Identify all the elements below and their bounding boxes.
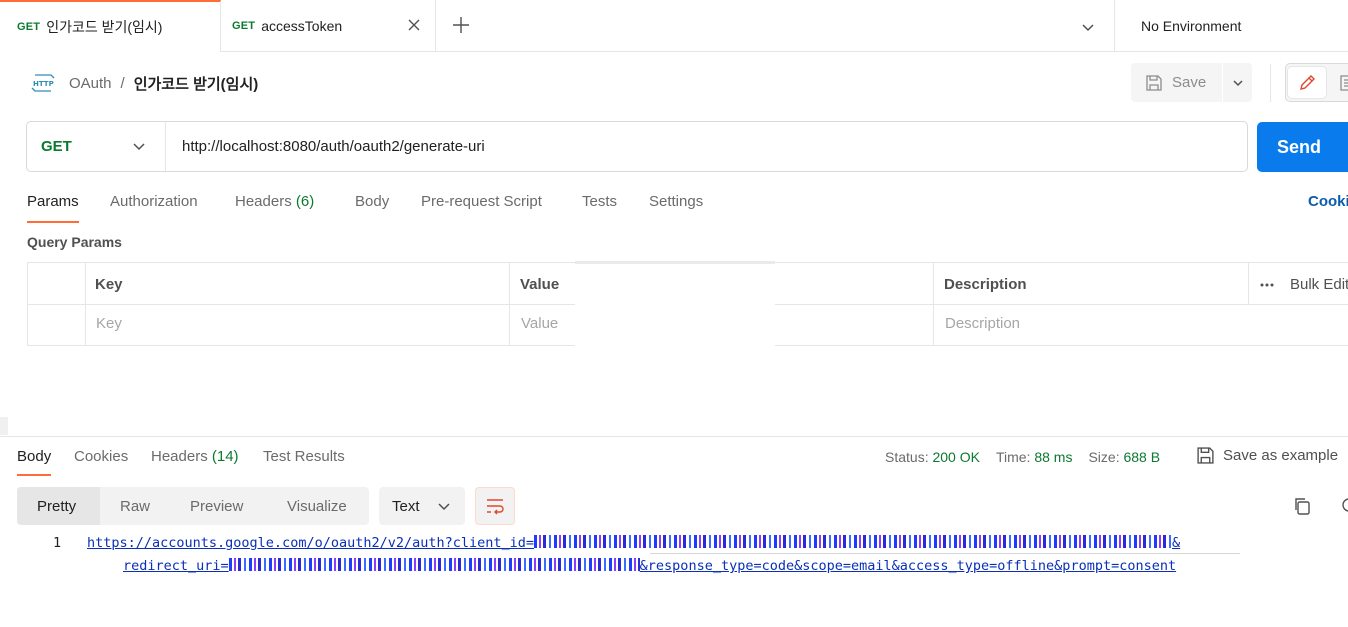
format-visualize[interactable]: Visualize (287, 487, 347, 525)
size-label: Size: (1088, 449, 1120, 465)
line-wrap-divider (650, 553, 1240, 554)
value-input[interactable]: Value (521, 315, 558, 332)
tab-params[interactable]: Params (27, 193, 79, 223)
breadcrumb-request-name[interactable]: 인가코드 받기(임시) (134, 73, 259, 94)
response-type-label: Text (392, 497, 420, 515)
line-number: 1 (53, 535, 62, 551)
send-button[interactable]: Send (1257, 122, 1348, 172)
url-part: &response_type=code&scope=email&access_t… (639, 558, 1177, 574)
save-as-example-label: Save as example (1223, 447, 1339, 464)
url-part: https://accounts.google.com/o/oauth2/v2/… (87, 535, 535, 551)
format-preview[interactable]: Preview (190, 487, 243, 525)
breadcrumb-collection[interactable]: OAuth (69, 75, 112, 92)
cookies-link[interactable]: Cookies (1308, 193, 1348, 210)
save-icon (1146, 74, 1162, 91)
toolbar-divider (1270, 64, 1271, 102)
tab-body[interactable]: Body (355, 193, 389, 210)
close-icon[interactable] (407, 18, 421, 32)
pane-resize-handle[interactable] (0, 417, 8, 435)
wrap-icon (487, 499, 504, 515)
environment-selector[interactable]: No Environment (1114, 0, 1348, 52)
url-part: & (1172, 535, 1181, 551)
time-info[interactable]: Time: 88 ms (996, 449, 1073, 465)
view-mode-toggle (1285, 63, 1348, 102)
format-pretty[interactable]: Pretty (17, 487, 100, 525)
response-meta: Status: 200 OK Time: 88 ms Size: 688 B (885, 449, 1176, 465)
tab-response-headers[interactable]: Headers (14) (151, 448, 239, 465)
url-input[interactable]: http://localhost:8080/auth/oauth2/genera… (182, 138, 485, 155)
tab-response-body[interactable]: Body (17, 448, 52, 476)
tab-headers[interactable]: Headers (6) (235, 193, 314, 210)
tab-response-headers-label: Headers (151, 448, 208, 465)
tab-request-auth-code[interactable]: GET 인가코드 받기(임시) (0, 0, 221, 52)
http-icon: HTTP (31, 74, 55, 92)
document-icon[interactable] (1338, 74, 1348, 92)
size-value: 688 B (1123, 449, 1161, 465)
chevron-down-icon[interactable] (1080, 19, 1096, 35)
status-info[interactable]: Status: 200 OK (885, 449, 980, 465)
tab-tests[interactable]: Tests (582, 193, 617, 210)
redacted-client-id (534, 535, 1173, 548)
tab-method-badge: GET (17, 21, 41, 33)
save-options-button[interactable] (1223, 63, 1252, 102)
chevron-down-icon (133, 143, 145, 151)
tab-settings[interactable]: Settings (649, 193, 703, 210)
breadcrumb: OAuth / 인가코드 받기(임시) (69, 73, 258, 94)
format-toggle: Pretty Raw Preview Visualize (17, 487, 369, 525)
search-icon[interactable] (1340, 496, 1348, 516)
response-url-line-1[interactable]: https://accounts.google.com/o/oauth2/v2/… (87, 535, 1180, 551)
wrap-lines-button[interactable] (475, 487, 515, 525)
method-label: GET (41, 138, 72, 155)
save-as-example-button[interactable]: Save as example (1196, 446, 1338, 465)
svg-text:HTTP: HTTP (33, 80, 54, 88)
column-header-description: Description (944, 276, 1027, 293)
bulk-edit-button[interactable]: Bulk Edit (1260, 276, 1348, 293)
format-raw[interactable]: Raw (120, 487, 150, 525)
time-value: 88 ms (1034, 449, 1073, 465)
tab-method-badge: GET (232, 20, 256, 32)
response-type-select[interactable]: Text (379, 487, 465, 525)
tab-label: 인가코드 받기(임시) (46, 19, 163, 35)
tab-authorization[interactable]: Authorization (110, 193, 198, 210)
description-input[interactable]: Description (945, 315, 1020, 332)
query-params-title: Query Params (27, 234, 122, 250)
response-divider (0, 436, 1348, 437)
redacted-redirect-uri (228, 558, 640, 571)
column-divider (1248, 263, 1249, 304)
status-value: 200 OK (932, 449, 980, 465)
tab-request-access-token[interactable]: GET accessToken (221, 0, 436, 52)
redacted-region (575, 261, 775, 347)
headers-count: (6) (295, 193, 315, 210)
tab-prerequest-script[interactable]: Pre-request Script (421, 193, 542, 210)
save-icon (1197, 447, 1214, 464)
status-label: Status: (885, 449, 929, 465)
method-select[interactable]: GET (27, 122, 166, 171)
tab-headers-label: Headers (235, 193, 292, 210)
breadcrumb-separator: / (120, 75, 125, 92)
edit-button[interactable] (1288, 67, 1326, 98)
tab-test-results[interactable]: Test Results (263, 448, 345, 465)
plus-icon[interactable] (451, 15, 471, 35)
size-info[interactable]: Size: 688 B (1088, 449, 1160, 465)
pencil-icon (1300, 74, 1315, 90)
save-label: Save (1172, 74, 1207, 91)
save-button[interactable]: Save (1131, 63, 1222, 102)
tab-label: accessToken (261, 18, 343, 34)
query-params-table: Key Value Description Bulk Edit Key Valu… (27, 261, 1348, 347)
time-label: Time: (995, 449, 1031, 465)
tab-bar: GET 인가코드 받기(임시) GET accessToken No Envir… (0, 0, 1348, 52)
key-input[interactable]: Key (96, 315, 122, 332)
chevron-down-icon (438, 503, 450, 511)
more-horizontal-icon[interactable] (1260, 283, 1274, 287)
column-header-value: Value (520, 276, 560, 293)
column-header-key: Key (95, 276, 123, 293)
response-url-line-2[interactable]: redirect_uri= &response_type=code&scope=e… (123, 558, 1176, 574)
response-headers-count: (14) (211, 448, 239, 465)
bulk-edit-label: Bulk Edit (1290, 276, 1348, 293)
tab-response-cookies[interactable]: Cookies (74, 448, 128, 465)
chevron-down-icon (1232, 79, 1243, 86)
copy-icon[interactable] (1292, 496, 1312, 516)
url-part: redirect_uri= (123, 558, 229, 574)
url-bar: GET http://localhost:8080/auth/oauth2/ge… (26, 121, 1248, 172)
